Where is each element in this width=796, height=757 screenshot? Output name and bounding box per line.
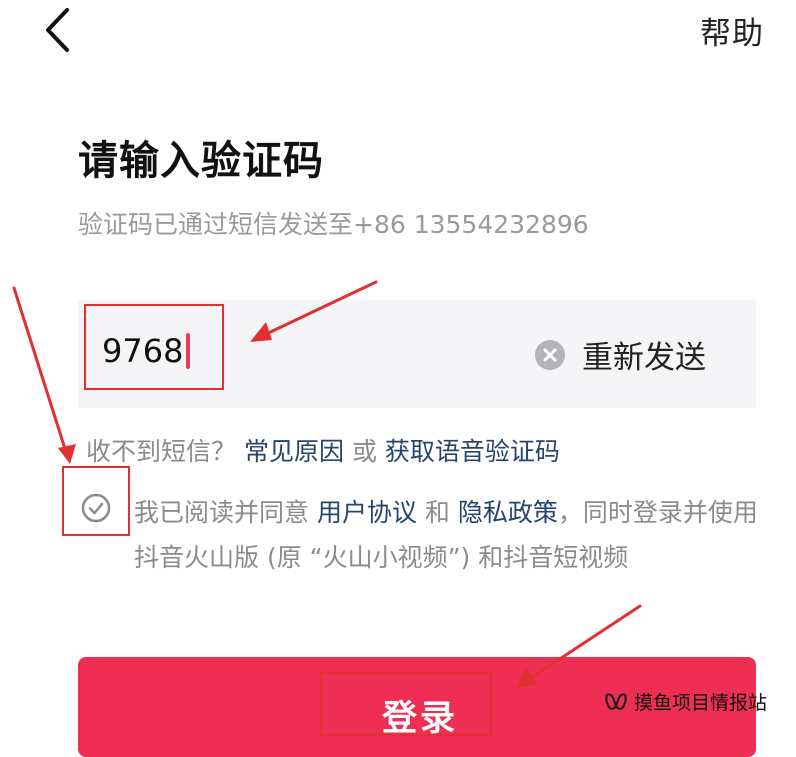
chevron-left-icon — [46, 8, 69, 52]
voice-code-link[interactable]: 获取语音验证码 — [385, 437, 560, 466]
and-text: 和 — [416, 498, 458, 527]
back-button[interactable] — [40, 4, 80, 56]
watermark: 摸鱼项目情报站 — [604, 688, 767, 715]
resend-button[interactable]: 重新发送 — [582, 332, 706, 377]
clear-circle-icon[interactable] — [535, 340, 565, 370]
help-link[interactable]: 帮助 — [700, 8, 764, 53]
sms-help-line: 收不到短信？ 常见原因 或 获取语音验证码 — [86, 432, 560, 468]
annotation-arrowhead-check — [58, 444, 76, 464]
page-title: 请输入验证码 — [78, 138, 324, 184]
agreement-text-1: 我已阅读并同意 — [134, 498, 317, 527]
annotation-arrow-check — [12, 286, 68, 454]
privacy-policy-link[interactable]: 隐私政策 — [458, 498, 558, 527]
or-text: 或 — [351, 437, 377, 466]
common-reasons-link[interactable]: 常见原因 — [244, 437, 344, 466]
wechat-channel-icon — [605, 692, 627, 710]
page-subtitle: 验证码已通过短信发送至+86 13554232896 — [78, 210, 589, 239]
user-agreement-link[interactable]: 用户协议 — [317, 498, 417, 527]
annotation-box-code — [84, 304, 224, 390]
agreement-text: 我已阅读并同意 用户协议 和 隐私政策，同时登录并使用抖音火山版 (原 “火山小… — [134, 490, 764, 580]
watermark-text: 摸鱼项目情报站 — [634, 692, 768, 714]
annotation-box-login — [320, 672, 492, 736]
sms-help-prefix: 收不到短信？ — [86, 437, 237, 466]
annotation-box-check — [62, 466, 130, 536]
